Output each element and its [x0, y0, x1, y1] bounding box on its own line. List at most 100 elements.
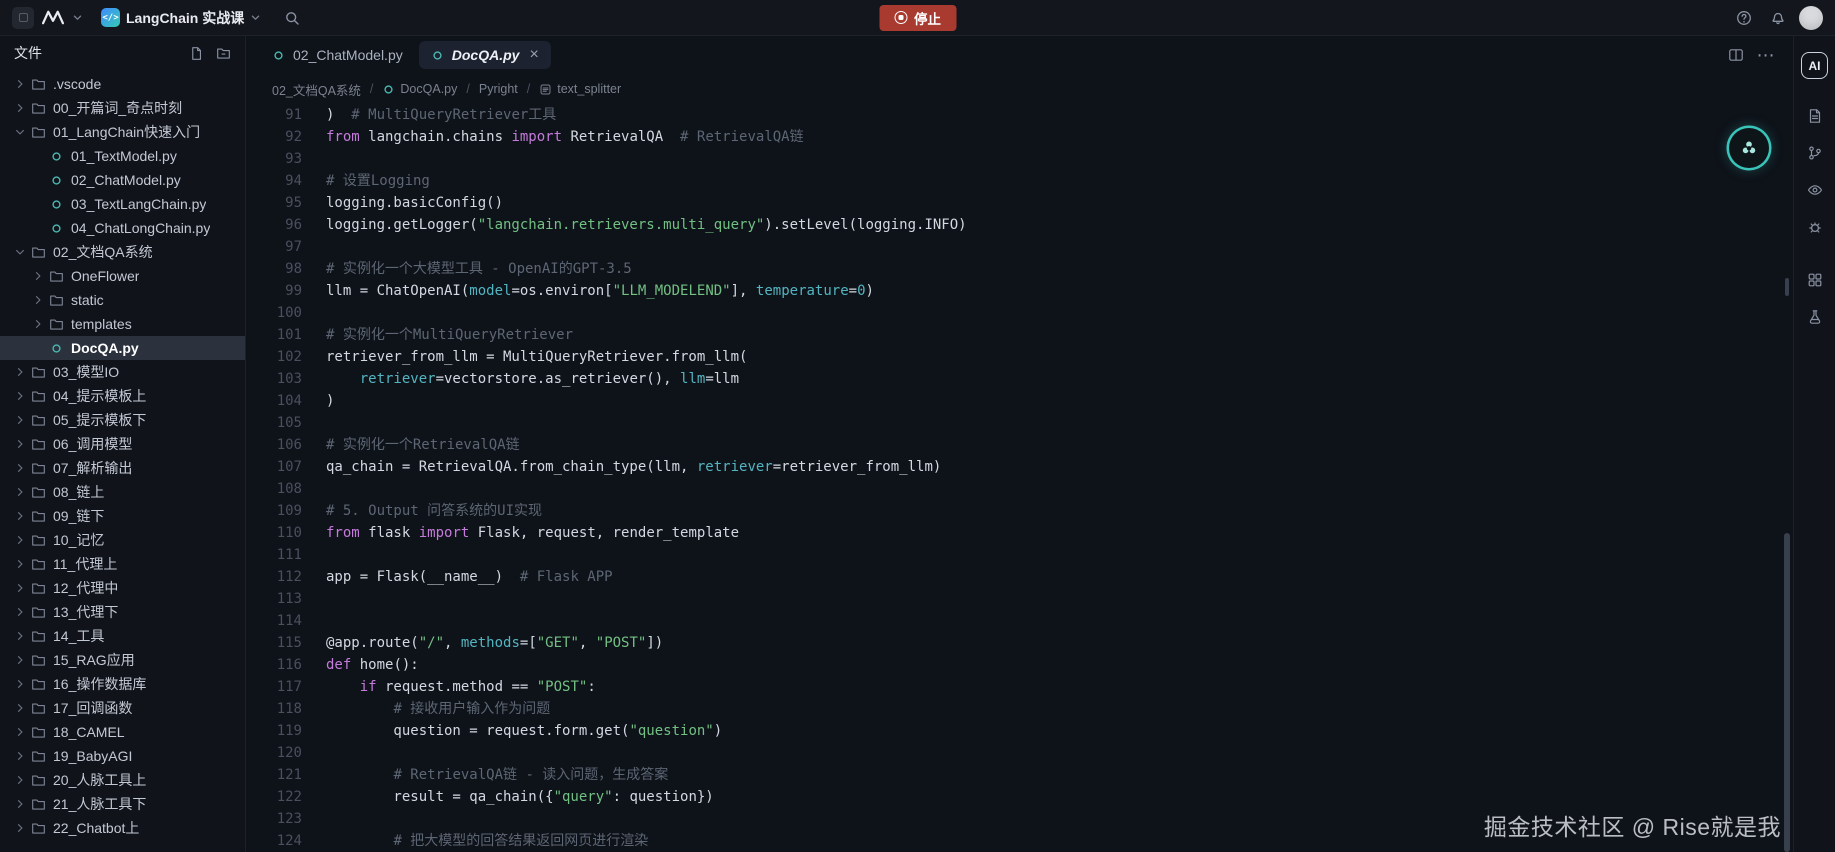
code-line: 118 # 接收用户输入作为问题	[246, 698, 1793, 720]
tree-item-folder[interactable]: 05_提示模板下	[0, 408, 245, 432]
tree-item-folder[interactable]: 14_工具	[0, 624, 245, 648]
folder-icon	[28, 773, 48, 788]
ide-window: </> LangChain 实战课 停止	[0, 0, 1835, 852]
code-line: 104)	[246, 390, 1793, 412]
code-editor[interactable]: 91) # MultiQueryRetriever工具92from langch…	[246, 104, 1793, 852]
split-editor-button[interactable]	[1723, 42, 1749, 68]
tree-item-file[interactable]: 04_ChatLongChain.py	[0, 216, 245, 240]
project-switcher[interactable]: </> LangChain 实战课	[101, 8, 261, 28]
notifications-button[interactable]	[1765, 5, 1791, 31]
tree-item-folder[interactable]: 06_调用模型	[0, 432, 245, 456]
main-area: 文件 .vscode00_开篇词_奇点时刻01_LangChain快速入门01_…	[0, 36, 1835, 852]
tree-item-folder[interactable]: templates	[0, 312, 245, 336]
stop-button[interactable]: 停止	[879, 5, 956, 31]
tree-item-label: 00_开篇词_奇点时刻	[53, 98, 182, 118]
tree-item-folder[interactable]: OneFlower	[0, 264, 245, 288]
tree-item-folder[interactable]: 00_开篇词_奇点时刻	[0, 96, 245, 120]
tree-item-folder[interactable]: 01_LangChain快速入门	[0, 120, 245, 144]
tree-item-folder[interactable]: 19_BabyAGI	[0, 744, 245, 768]
folder-icon	[28, 413, 48, 428]
line-number: 107	[246, 456, 302, 478]
flask-icon	[1807, 309, 1823, 325]
git-branch-icon	[1807, 145, 1823, 161]
code-line: 92from langchain.chains import Retrieval…	[246, 126, 1793, 148]
code-line: 105	[246, 412, 1793, 434]
tree-item-file[interactable]: 03_TextLangChain.py	[0, 192, 245, 216]
ai-badge[interactable]: AI	[1801, 52, 1828, 79]
tree-item-label: templates	[71, 316, 132, 332]
tree-item-file[interactable]: DocQA.py	[0, 336, 245, 360]
tree-item-folder[interactable]: 02_文档QA系统	[0, 240, 245, 264]
stop-label: 停止	[914, 8, 941, 28]
assistant-avatar[interactable]	[1729, 128, 1769, 168]
tree-item-folder[interactable]: 08_链上	[0, 480, 245, 504]
tab-label: DocQA.py	[452, 47, 520, 63]
tree-item-folder[interactable]: static	[0, 288, 245, 312]
tree-item-folder[interactable]: 17_回调函数	[0, 696, 245, 720]
breadcrumb-label: 02_文档QA系统	[272, 80, 361, 99]
search-icon	[284, 10, 300, 26]
tree-item-label: 10_记忆	[53, 530, 104, 550]
search-button[interactable]	[279, 5, 305, 31]
tree-item-folder[interactable]: 20_人脉工具上	[0, 768, 245, 792]
chevron-right-icon	[12, 534, 28, 546]
grid-button[interactable]	[1795, 261, 1835, 298]
breadcrumb-item[interactable]: text_splitter	[539, 82, 621, 96]
line-number: 122	[246, 786, 302, 808]
editor-tab[interactable]: DocQA.py ×	[419, 41, 551, 69]
tree-item-folder[interactable]: 13_代理下	[0, 600, 245, 624]
flask-button[interactable]	[1795, 298, 1835, 335]
file-icon	[1807, 108, 1823, 124]
file-button[interactable]	[1795, 97, 1835, 134]
chevron-down-icon	[250, 12, 261, 23]
code-line: 107qa_chain = RetrievalQA.from_chain_typ…	[246, 456, 1793, 478]
tree-item-folder[interactable]: 07_解析输出	[0, 456, 245, 480]
help-button[interactable]	[1731, 5, 1757, 31]
tree-item-folder[interactable]: 03_模型IO	[0, 360, 245, 384]
tree-item-file[interactable]: 02_ChatModel.py	[0, 168, 245, 192]
tree-item-folder[interactable]: .vscode	[0, 72, 245, 96]
more-actions-button[interactable]: ⋯	[1753, 42, 1779, 68]
breadcrumb-item[interactable]: DocQA.py	[382, 82, 457, 96]
breadcrumb-item[interactable]: 02_文档QA系统	[272, 80, 361, 99]
brand-logo-icon	[40, 9, 66, 26]
new-folder-icon[interactable]	[216, 46, 231, 61]
code-line: 120	[246, 742, 1793, 764]
workspace-menu-button[interactable]	[40, 5, 66, 31]
top-bar: </> LangChain 实战课 停止	[0, 0, 1835, 36]
breadcrumb-item[interactable]: Pyright	[479, 82, 518, 96]
tree-item-folder[interactable]: 16_操作数据库	[0, 672, 245, 696]
scrollbar-thumb[interactable]	[1784, 533, 1790, 852]
tree-item-folder[interactable]: 21_人脉工具下	[0, 792, 245, 816]
tree-item-folder[interactable]: 11_代理上	[0, 552, 245, 576]
bug-button[interactable]	[1795, 208, 1835, 245]
tree-item-folder[interactable]: 04_提示模板上	[0, 384, 245, 408]
user-avatar[interactable]	[1799, 6, 1823, 30]
git-branch-button[interactable]	[1795, 134, 1835, 171]
chevron-right-icon	[12, 774, 28, 786]
breadcrumb-label: text_splitter	[557, 82, 621, 96]
tree-item-label: DocQA.py	[71, 340, 139, 356]
close-icon[interactable]: ×	[529, 47, 538, 63]
tree-item-folder[interactable]: 18_CAMEL	[0, 720, 245, 744]
chevron-down-icon	[12, 126, 28, 138]
chevron-down-icon	[12, 246, 28, 258]
editor-tab[interactable]: 02_ChatModel.py	[260, 41, 415, 69]
panel-title: 文件	[14, 43, 42, 63]
breadcrumb-separator: /	[527, 82, 530, 96]
new-file-icon[interactable]	[189, 46, 204, 61]
python-file-icon	[46, 150, 66, 163]
tree-item-folder[interactable]: 10_记忆	[0, 528, 245, 552]
folder-icon	[46, 293, 66, 308]
app-logo-icon[interactable]	[12, 7, 34, 29]
eye-button[interactable]	[1795, 171, 1835, 208]
project-name: LangChain 实战课	[126, 8, 244, 28]
chevron-right-icon	[12, 798, 28, 810]
tree-item-folder[interactable]: 22_Chatbot上	[0, 816, 245, 840]
chevron-down-icon	[72, 12, 83, 23]
tree-item-folder[interactable]: 15_RAG应用	[0, 648, 245, 672]
tree-item-folder[interactable]: 12_代理中	[0, 576, 245, 600]
tree-item-folder[interactable]: 09_链下	[0, 504, 245, 528]
tree-item-file[interactable]: 01_TextModel.py	[0, 144, 245, 168]
python-file-icon	[46, 174, 66, 187]
